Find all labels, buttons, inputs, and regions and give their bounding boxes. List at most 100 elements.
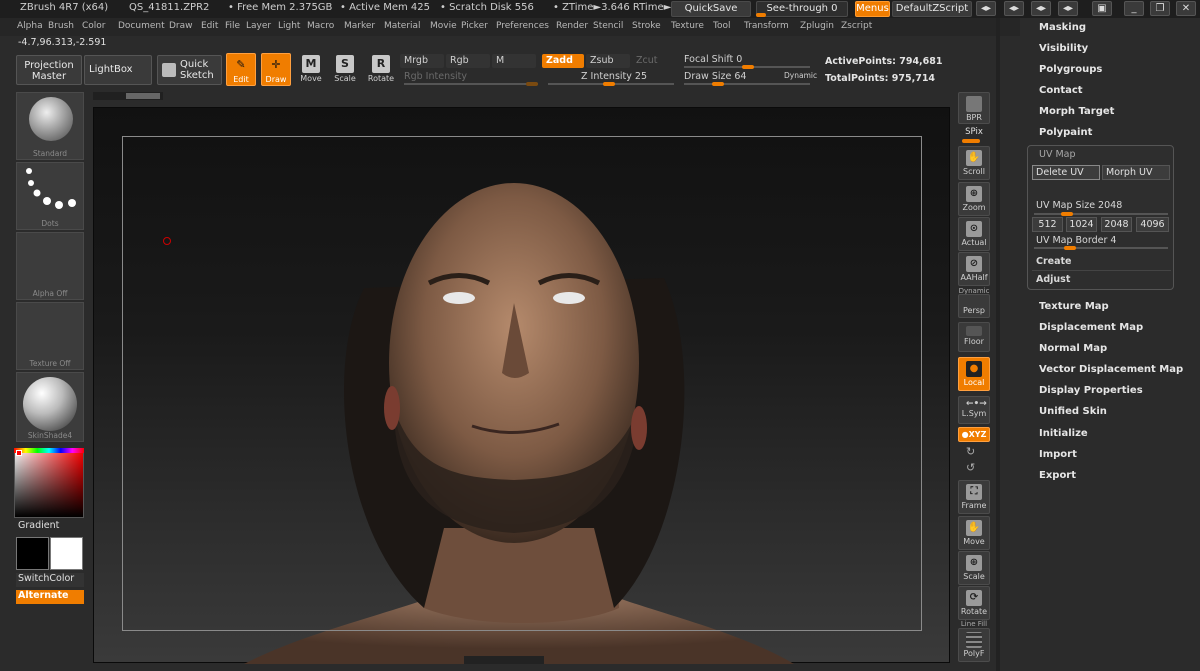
uv-map-size-slider[interactable]: UV Map Size 2048 xyxy=(1036,200,1122,211)
uv-size-2048-button[interactable]: 2048 xyxy=(1101,217,1132,232)
nav-arrows-icon-4[interactable]: ◂▸ xyxy=(1058,1,1078,16)
rgb-intensity-knob[interactable] xyxy=(526,82,538,86)
uv-size-512-button[interactable]: 512 xyxy=(1032,217,1063,232)
masking-item[interactable]: Masking xyxy=(1039,22,1086,33)
alpha-slot[interactable]: Alpha Off xyxy=(16,232,84,300)
see-through-knob[interactable] xyxy=(756,13,766,17)
unified-skin-item[interactable]: Unified Skin xyxy=(1039,406,1107,417)
move-view-button[interactable]: ✋ Move xyxy=(958,516,990,550)
menu-texture[interactable]: Texture xyxy=(671,21,704,31)
normal-map-item[interactable]: Normal Map xyxy=(1039,343,1107,354)
menu-stencil[interactable]: Stencil xyxy=(593,21,623,31)
uv-map-title[interactable]: UV Map xyxy=(1039,149,1076,160)
morph-target-item[interactable]: Morph Target xyxy=(1039,106,1114,117)
spix-slider[interactable]: SPix xyxy=(958,127,990,137)
export-item[interactable]: Export xyxy=(1039,470,1076,481)
vector-displacement-map-item[interactable]: Vector Displacement Map xyxy=(1039,364,1183,375)
m-button[interactable]: M xyxy=(492,54,536,68)
rgb-button[interactable]: Rgb xyxy=(446,54,490,68)
menu-material[interactable]: Material xyxy=(384,21,421,31)
scale-view-button[interactable]: ⊕ Scale xyxy=(958,551,990,585)
menu-picker[interactable]: Picker xyxy=(461,21,488,31)
polypaint-item[interactable]: Polypaint xyxy=(1039,127,1092,138)
menus-button[interactable]: Menus xyxy=(855,1,890,17)
rotate-y-icon[interactable]: ↻ xyxy=(966,445,975,458)
lock-icon[interactable]: ▣ xyxy=(1092,1,1112,16)
rgb-intensity-slider[interactable]: Rgb Intensity xyxy=(400,70,540,84)
close-icon[interactable]: ✕ xyxy=(1176,1,1196,16)
lightbox-button[interactable]: LightBox xyxy=(84,55,152,85)
mrgb-button[interactable]: Mrgb xyxy=(400,54,444,68)
contact-item[interactable]: Contact xyxy=(1039,85,1083,96)
texture-slot[interactable]: Texture Off xyxy=(16,302,84,370)
actual-button[interactable]: ⊙ Actual xyxy=(958,217,990,251)
uv-size-4096-button[interactable]: 4096 xyxy=(1136,217,1169,232)
polygroups-item[interactable]: Polygroups xyxy=(1039,64,1102,75)
quicksave-button[interactable]: QuickSave xyxy=(671,1,751,17)
zcut-button[interactable]: Zcut xyxy=(632,54,676,68)
zadd-button[interactable]: Zadd xyxy=(542,54,584,68)
menu-movie[interactable]: Movie xyxy=(430,21,457,31)
move-button[interactable]: M Move xyxy=(296,53,326,87)
hue-strip[interactable] xyxy=(14,448,84,453)
local-button[interactable]: ● Local xyxy=(958,357,990,391)
menu-edit[interactable]: Edit xyxy=(201,21,218,31)
brush-slot[interactable]: Standard xyxy=(16,92,84,160)
uv-map-border-slider[interactable]: UV Map Border 4 xyxy=(1036,235,1116,246)
spix-knob[interactable] xyxy=(962,139,980,143)
menu-light[interactable]: Light xyxy=(278,21,300,31)
display-properties-item[interactable]: Display Properties xyxy=(1039,385,1143,396)
dynamic-toggle[interactable]: Dynamic xyxy=(784,71,817,80)
floor-button[interactable]: Floor xyxy=(958,322,990,352)
menu-marker[interactable]: Marker xyxy=(344,21,375,31)
rotate-button[interactable]: R Rotate xyxy=(366,53,396,87)
menu-transform[interactable]: Transform xyxy=(744,21,789,31)
projection-master-button[interactable]: Projection Master xyxy=(16,55,82,85)
menu-tool[interactable]: Tool xyxy=(713,21,730,31)
draw-button[interactable]: ✛ Draw xyxy=(261,53,291,86)
stroke-slot[interactable]: Dots xyxy=(16,162,84,230)
initialize-item[interactable]: Initialize xyxy=(1039,428,1088,439)
frame-button[interactable]: ⛶ Frame xyxy=(958,480,990,514)
gradient-label[interactable]: Gradient xyxy=(18,520,59,531)
texture-map-item[interactable]: Texture Map xyxy=(1039,301,1109,312)
create-item[interactable]: Create xyxy=(1036,256,1072,267)
nav-arrows-icon[interactable]: ◂▸ xyxy=(976,1,996,16)
menu-preferences[interactable]: Preferences xyxy=(496,21,549,31)
scale-button[interactable]: S Scale xyxy=(330,53,360,87)
menu-brush[interactable]: Brush xyxy=(48,21,74,31)
focal-shift-knob[interactable] xyxy=(742,65,754,69)
restore-icon[interactable]: ❐ xyxy=(1150,1,1170,16)
zoom-button[interactable]: ⊕ Zoom xyxy=(958,182,990,216)
draw-size-slider[interactable]: Draw Size 64 xyxy=(680,70,770,84)
see-through-slider[interactable]: See-through 0 xyxy=(756,1,848,17)
switchcolor-button[interactable]: SwitchColor xyxy=(16,573,84,587)
uv-size-1024-button[interactable]: 1024 xyxy=(1066,217,1097,232)
secondary-color-swatch[interactable] xyxy=(50,537,83,570)
bpr-button[interactable]: BPR xyxy=(958,92,990,124)
menu-stroke[interactable]: Stroke xyxy=(632,21,661,31)
uv-map-border-knob[interactable] xyxy=(1064,246,1076,250)
xyz-button[interactable]: ●XYZ xyxy=(958,427,990,442)
edit-button[interactable]: ✎ Edit xyxy=(226,53,256,86)
draw-size-knob[interactable] xyxy=(712,82,724,86)
minimize-icon[interactable]: _ xyxy=(1124,1,1144,16)
import-item[interactable]: Import xyxy=(1039,449,1077,460)
displacement-map-item[interactable]: Displacement Map xyxy=(1039,322,1143,333)
menu-render[interactable]: Render xyxy=(556,21,588,31)
menu-zscript[interactable]: Zscript xyxy=(841,21,872,31)
bottom-scroll-handle[interactable] xyxy=(464,656,544,664)
menu-color[interactable]: Color xyxy=(82,21,106,31)
z-intensity-knob[interactable] xyxy=(603,82,615,86)
horizontal-scroll-thumb[interactable] xyxy=(126,93,160,99)
menu-file[interactable]: File xyxy=(225,21,240,31)
main-color-swatch[interactable] xyxy=(16,537,49,570)
menu-macro[interactable]: Macro xyxy=(307,21,334,31)
default-zscript-button[interactable]: DefaultZScript xyxy=(892,1,972,17)
menu-document[interactable]: Document xyxy=(118,21,165,31)
polyf-button[interactable]: PolyF xyxy=(958,628,990,662)
morph-uv-button[interactable]: Morph UV xyxy=(1102,165,1170,180)
material-slot[interactable]: SkinShade4 xyxy=(16,372,84,442)
panel-divider[interactable] xyxy=(996,18,1000,671)
zsub-button[interactable]: Zsub xyxy=(586,54,630,68)
